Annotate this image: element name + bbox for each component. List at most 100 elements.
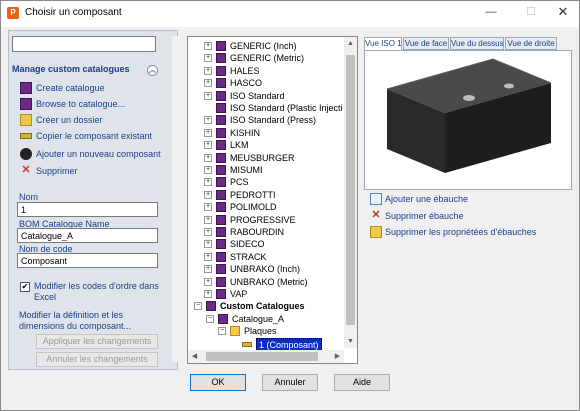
folder-icon: [230, 326, 240, 337]
catalogue-book-icon: [216, 140, 226, 151]
expand-toggle-icon[interactable]: +: [204, 190, 212, 199]
close-button[interactable]: ✕: [547, 1, 579, 23]
tree-item-label: HASCO: [230, 78, 263, 89]
expand-toggle-icon[interactable]: +: [204, 178, 212, 187]
tree-item-label: ISO Standard: [230, 90, 285, 101]
delete-link[interactable]: ✕ Supprimer: [20, 164, 170, 178]
apply-changes-button[interactable]: Appliquer les changements: [36, 334, 158, 349]
catalogue-book-icon: [20, 82, 32, 94]
expand-toggle-icon[interactable]: +: [204, 252, 212, 261]
expand-toggle-icon[interactable]: +: [204, 166, 212, 174]
maximize-button: ☐: [526, 6, 536, 18]
catalogue-book-icon: [216, 103, 226, 113]
search-input[interactable]: [12, 36, 156, 52]
expand-toggle-icon[interactable]: +: [204, 265, 212, 274]
minimize-button[interactable]: —: [475, 1, 507, 23]
catalogue-book-icon: [216, 90, 226, 101]
tree-item-label: STRACK: [230, 251, 267, 262]
expand-toggle-icon[interactable]: −: [194, 302, 202, 311]
expand-toggle-icon[interactable]: +: [204, 116, 212, 125]
tree-vertical-scrollbar[interactable]: ▲ ▼: [344, 37, 357, 348]
expand-toggle-icon[interactable]: +: [204, 79, 212, 88]
app-logo-icon: P: [7, 7, 19, 19]
expand-toggle-icon[interactable]: +: [204, 290, 212, 298]
tab-iso-view[interactable]: Vue ISO 1: [364, 37, 402, 51]
create-catalogue-link[interactable]: Create catalogue: [20, 81, 170, 95]
expand-toggle-icon[interactable]: −: [206, 314, 214, 323]
tree-item-label: MISUMI: [230, 165, 263, 175]
expand-toggle-icon[interactable]: +: [204, 91, 212, 100]
modify-definition-link[interactable]: Modifier la définition et les dimensions…: [19, 310, 164, 332]
browse-catalogue-label: Browse to catalogue...: [36, 99, 126, 109]
iso-block-render: [386, 58, 552, 173]
title-bar: P Choisir un composant — ☐ ✕: [1, 1, 579, 27]
delete-icon: ✕: [21, 164, 31, 176]
expand-toggle-icon[interactable]: +: [204, 128, 212, 137]
catalogue-tree: + GENERIC (Inch) + GENERIC (Metric) + HALES + H…: [187, 36, 358, 364]
copy-component-link[interactable]: Copier le composant existant: [20, 129, 170, 143]
tab-top-view[interactable]: Vue du dessus: [450, 37, 504, 50]
help-button[interactable]: Aide: [334, 374, 390, 391]
tree-item-label: Custom Catalogues: [220, 301, 305, 312]
manage-catalogues-header: Manage custom catalogues: [12, 64, 130, 74]
copy-component-label: Copier le composant existant: [36, 131, 153, 141]
catalogue-book-icon: [216, 264, 226, 275]
catalogue-book-icon: [20, 98, 32, 110]
add-component-link[interactable]: Ajouter un nouveau composant: [20, 147, 170, 161]
code-name-field[interactable]: [17, 253, 158, 268]
tab-right-view[interactable]: Vue de droite: [505, 37, 557, 50]
catalogue-book-icon: [216, 251, 226, 262]
cancel-changes-button[interactable]: Annuler les changements: [36, 352, 158, 367]
catalogue-book-icon: [216, 53, 226, 64]
scroll-right-arrow-icon[interactable]: ▶: [331, 350, 344, 363]
create-folder-label: Créer un dossier: [36, 115, 103, 125]
tree-item-label: SIDECO: [230, 239, 265, 250]
expand-toggle-icon[interactable]: +: [204, 42, 212, 50]
bom-catalogue-name-field[interactable]: [17, 228, 158, 243]
catalogue-book-icon: [216, 177, 226, 188]
cancel-button[interactable]: Annuler: [262, 374, 318, 391]
tree-item-label: ISO Standard (Press): [230, 115, 317, 126]
ok-button[interactable]: OK: [190, 374, 246, 391]
create-catalogue-label: Create catalogue: [36, 83, 105, 93]
expand-toggle-icon[interactable]: +: [204, 215, 212, 224]
name-field[interactable]: [17, 202, 158, 217]
excel-order-codes-checkbox[interactable]: ✔: [20, 282, 30, 292]
horizontal-scroll-thumb[interactable]: [206, 352, 318, 361]
delete-properties-icon: [370, 226, 382, 238]
scroll-up-arrow-icon[interactable]: ▲: [344, 37, 357, 50]
expand-toggle-icon[interactable]: +: [204, 66, 212, 75]
expand-toggle-icon[interactable]: −: [218, 327, 226, 336]
scroll-down-arrow-icon[interactable]: ▼: [344, 335, 357, 348]
name-label: Nom: [19, 192, 39, 202]
left-panel-scrollbar[interactable]: [172, 36, 183, 362]
catalogue-book-icon: [216, 152, 226, 163]
expand-toggle-icon[interactable]: +: [204, 141, 212, 150]
expand-toggle-icon[interactable]: +: [204, 277, 212, 286]
catalogue-book-icon: [216, 214, 226, 225]
catalogue-book-icon: [216, 239, 226, 250]
tree-item-label: MEUSBURGER: [230, 152, 295, 163]
tree-horizontal-scrollbar[interactable]: ◀ ▶: [188, 350, 344, 363]
create-folder-link[interactable]: Créer un dossier: [20, 113, 170, 127]
scroll-left-arrow-icon[interactable]: ◀: [188, 350, 201, 363]
expand-toggle-icon[interactable]: +: [204, 228, 212, 236]
browse-catalogue-link[interactable]: Browse to catalogue...: [20, 97, 170, 111]
vertical-scroll-thumb[interactable]: [346, 55, 355, 325]
expand-toggle-icon[interactable]: +: [204, 240, 212, 249]
expand-toggle-icon[interactable]: +: [204, 153, 212, 162]
catalogue-book-icon: [216, 227, 226, 237]
collapse-chevron-icon[interactable]: ︽: [147, 65, 158, 76]
tree-item-label: GENERIC (Inch): [230, 41, 297, 51]
catalogue-book-icon: [216, 276, 226, 287]
delete-icon: ✕: [371, 209, 381, 221]
tree-item-label: PCS: [230, 177, 249, 188]
tab-front-view[interactable]: Vue de face: [403, 37, 449, 50]
catalogue-book-icon: [216, 78, 226, 89]
expand-toggle-icon[interactable]: +: [204, 54, 212, 63]
expand-toggle-icon[interactable]: +: [204, 203, 212, 212]
tree-item-label: PEDROTTI: [230, 189, 276, 200]
tree-item-label: HALES: [230, 65, 260, 76]
catalogue-book-icon: [216, 65, 226, 76]
delete-blank-properties-label: Supprimer les propriétées d'ébauches: [385, 227, 537, 237]
